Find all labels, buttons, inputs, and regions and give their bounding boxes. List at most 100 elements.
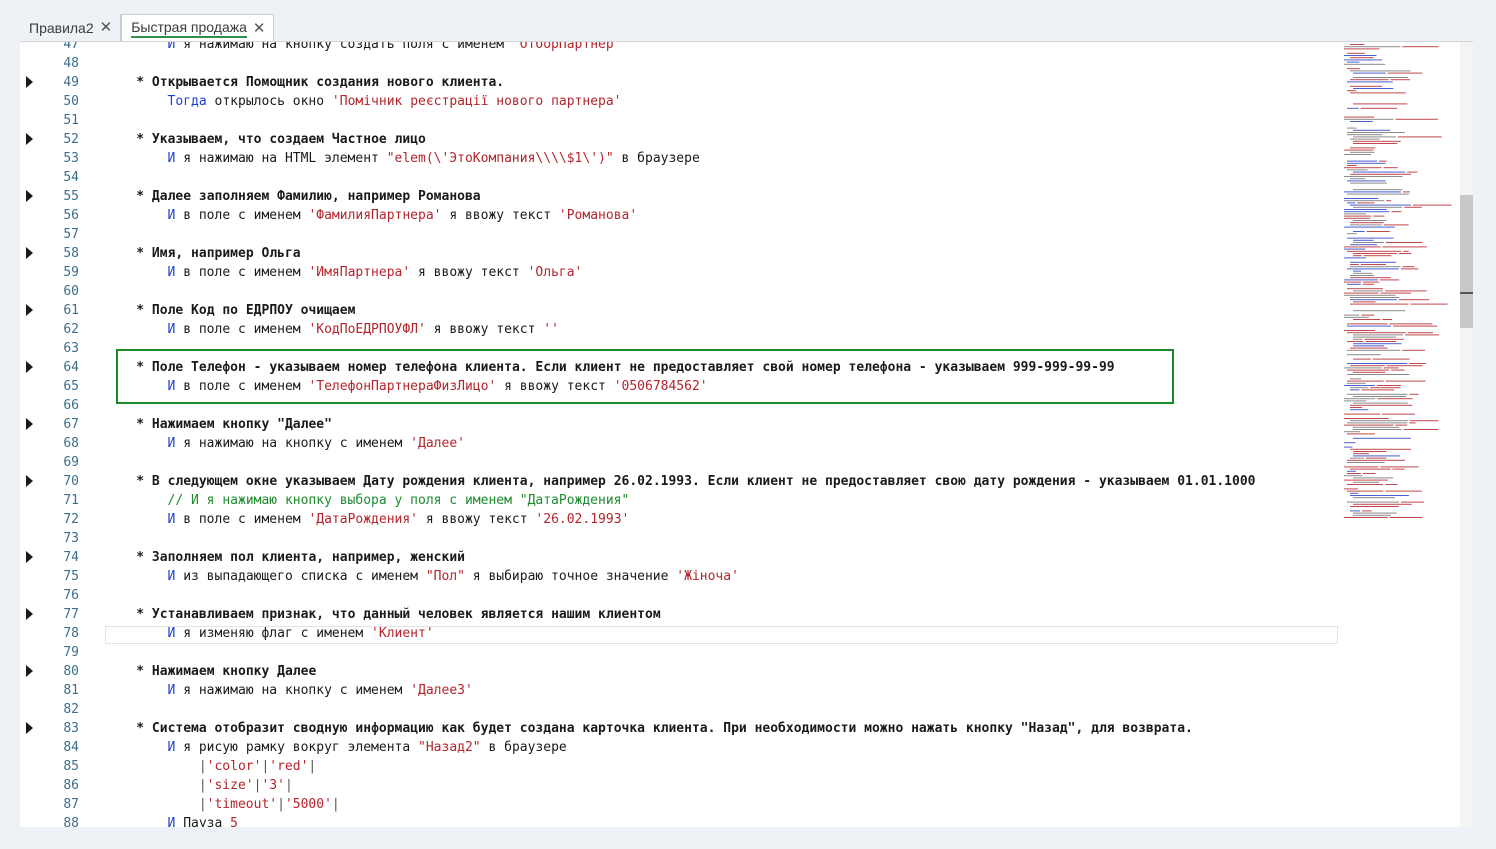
play-arrow-icon[interactable] <box>26 133 33 145</box>
play-arrow-icon[interactable] <box>26 475 33 487</box>
code-line[interactable]: 48 <box>20 54 1473 73</box>
code-line[interactable]: 69 <box>20 453 1473 472</box>
minimap-line <box>1353 334 1403 336</box>
code-line[interactable]: 60 <box>20 282 1473 301</box>
code-line[interactable]: 78 И я изменяю флаг с именем 'Клиент' <box>20 624 1473 643</box>
tab-1[interactable]: Правила2 ✕ <box>20 14 122 41</box>
play-arrow-icon[interactable] <box>26 418 33 430</box>
code-editor[interactable]: 47 И я нажимаю на кнопку создать поля с и… <box>20 41 1473 827</box>
minimap[interactable] <box>1342 42 1460 522</box>
code-line[interactable]: 53 И я нажимаю на HTML элемент "elem(\'Эт… <box>20 149 1473 168</box>
code-line[interactable]: 64 * Поле Телефон - указываем номер телеф… <box>20 358 1473 377</box>
code-line[interactable]: 76 <box>20 586 1473 605</box>
play-arrow-icon[interactable] <box>26 247 33 259</box>
minimap-line <box>1347 52 1365 54</box>
code-line[interactable]: 80 * Нажимаем кнопку Далее <box>20 662 1473 681</box>
minimap-line <box>1344 200 1385 202</box>
minimap-line <box>1409 422 1416 424</box>
line-number: 87 <box>63 797 79 812</box>
code-line[interactable]: 67 * Нажимаем кнопку "Далее" <box>20 415 1473 434</box>
code-line[interactable]: 85 |'color'|'red'| <box>20 757 1473 776</box>
minimap-line <box>1353 343 1402 345</box>
code-line[interactable]: 75 И из выпадающего списка с именем "Пол"… <box>20 567 1473 586</box>
code-line[interactable]: 59 И в поле с именем 'ИмяПартнера' я ввож… <box>20 263 1473 282</box>
code-line[interactable]: 83 * Система отобразит сводную информацию… <box>20 719 1473 738</box>
minimap-line <box>1383 367 1399 369</box>
code-line[interactable]: 56 И в поле с именем 'ФамилияПартнера' я … <box>20 206 1473 225</box>
close-icon[interactable]: ✕ <box>253 21 266 36</box>
code-line[interactable]: 58 * Имя, например Ольга <box>20 244 1473 263</box>
code-line[interactable]: 88 И Пауза 5 <box>20 814 1473 827</box>
play-arrow-icon[interactable] <box>26 722 33 734</box>
code-line[interactable]: 74 * Заполняем пол клиента, например, жен… <box>20 548 1473 567</box>
play-arrow-icon[interactable] <box>26 608 33 620</box>
line-number: 85 <box>63 759 79 774</box>
line-number: 55 <box>63 189 79 204</box>
code-line[interactable]: 73 <box>20 529 1473 548</box>
play-arrow-icon[interactable] <box>26 665 33 677</box>
minimap-line <box>1350 492 1359 494</box>
code-line[interactable]: 52 * Указываем, что создаем Частное лицо <box>20 130 1473 149</box>
play-arrow-icon[interactable] <box>26 304 33 316</box>
code-line[interactable]: 54 <box>20 168 1473 187</box>
code-line[interactable]: 77 * Устанавливаем признак, что данный че… <box>20 605 1473 624</box>
minimap-line <box>1360 264 1387 265</box>
code-line[interactable]: 55 * Далее заполняем Фамилию, например Ро… <box>20 187 1473 206</box>
code-line[interactable]: 68 И я нажимаю на кнопку с именем 'Далее' <box>20 434 1473 453</box>
minimap-line <box>1353 437 1411 439</box>
minimap-line <box>1347 363 1408 364</box>
minimap-line <box>1353 231 1365 232</box>
code-line[interactable]: 81 И я нажимаю на кнопку с именем 'Далее3… <box>20 681 1473 700</box>
code-line[interactable]: 72 И в поле с именем 'ДатаРождения' я вво… <box>20 510 1473 529</box>
play-arrow-icon[interactable] <box>26 551 33 563</box>
minimap-line <box>1361 510 1372 512</box>
code-text: * Устанавливаем признак, что данный чело… <box>105 605 660 624</box>
minimap-line <box>1347 341 1364 342</box>
play-arrow-icon[interactable] <box>26 190 33 202</box>
code-line[interactable]: 70 * В следующем окне указываем Дату рожд… <box>20 472 1473 491</box>
code-text: И я изменяю флаг с именем 'Клиент' <box>105 624 434 643</box>
minimap-line <box>1350 299 1397 301</box>
code-line[interactable]: 62 И в поле с именем 'КодПоЕДРПОУФЛ' я вв… <box>20 320 1473 339</box>
code-line[interactable]: 63 <box>20 339 1473 358</box>
code-line[interactable]: 84 И я рисую рамку вокруг элемента "Назад… <box>20 738 1473 757</box>
code-line[interactable]: 66 <box>20 396 1473 415</box>
code-line[interactable]: 50 Тогда открылось окно 'Помічник реєстра… <box>20 92 1473 111</box>
close-icon[interactable]: ✕ <box>100 20 113 35</box>
minimap-line <box>1344 213 1367 215</box>
play-arrow-icon[interactable] <box>26 361 33 373</box>
minimap-line <box>1353 88 1394 89</box>
minimap-line <box>1350 224 1382 226</box>
scroll-thumb[interactable] <box>1460 195 1473 328</box>
token-text: я нажимаю на кнопку с именем <box>175 683 411 698</box>
minimap-line <box>1353 171 1406 173</box>
code-line[interactable]: 71 // И я нажимаю кнопку выбора у поля с … <box>20 491 1473 510</box>
code-line[interactable]: 79 <box>20 643 1473 662</box>
minimap-line <box>1347 470 1357 472</box>
code-line[interactable]: 47 И я нажимаю на кнопку создать поля с и… <box>20 41 1473 54</box>
vertical-scrollbar[interactable] <box>1460 42 1473 827</box>
token-text: я нажимаю на HTML элемент <box>175 151 387 166</box>
tab-2[interactable]: Быстрая продажа ✕ <box>121 14 275 41</box>
minimap-line <box>1353 143 1398 144</box>
minimap-line <box>1353 270 1362 272</box>
code-line[interactable]: 57 <box>20 225 1473 244</box>
code-line[interactable]: 87 |'timeout'|'5000'| <box>20 795 1473 814</box>
minimap-line <box>1344 488 1358 490</box>
code-line[interactable]: 51 <box>20 111 1473 130</box>
line-number: 81 <box>63 683 79 698</box>
minimap-line <box>1347 233 1357 235</box>
play-arrow-icon[interactable] <box>26 76 33 88</box>
code-line[interactable]: 61 * Поле Код по ЕДРПОУ очищаем <box>20 301 1473 320</box>
code-text: * Далее заполняем Фамилию, например Рома… <box>105 187 480 206</box>
line-number: 47 <box>63 41 79 52</box>
code-line[interactable]: 65 И в поле с именем 'ТелефонПартнераФизЛ… <box>20 377 1473 396</box>
minimap-line <box>1350 409 1369 411</box>
code-line[interactable]: 86 |'size'|'3'| <box>20 776 1473 795</box>
minimap-line <box>1350 173 1412 175</box>
code-line[interactable]: 82 <box>20 700 1473 719</box>
minimap-line <box>1372 358 1410 360</box>
minimap-line <box>1347 132 1405 133</box>
code-line[interactable]: 49 * Открывается Помощник создания нового… <box>20 73 1473 92</box>
minimap-line <box>1353 253 1397 254</box>
